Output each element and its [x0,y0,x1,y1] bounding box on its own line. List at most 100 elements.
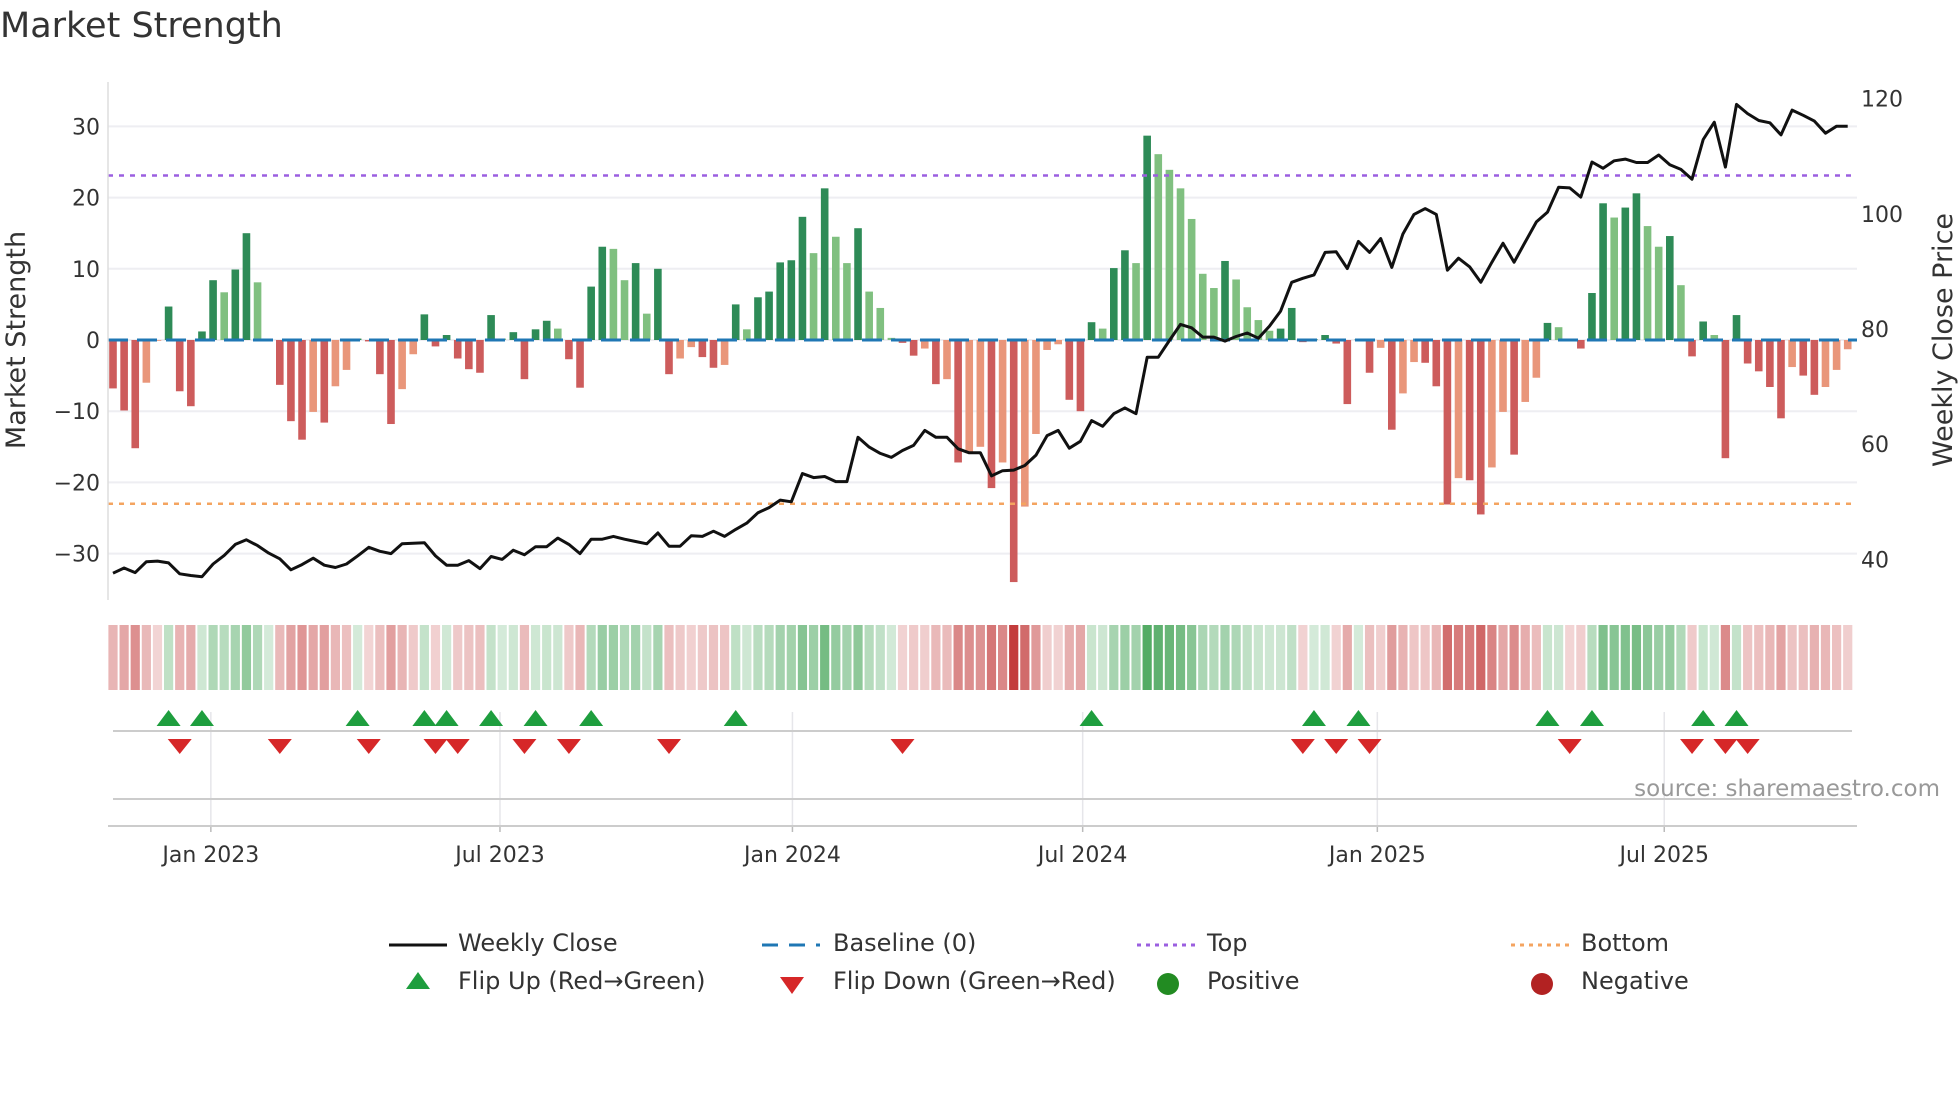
heat-cell [308,625,318,690]
strength-bar [1376,340,1385,348]
strength-bar [320,340,329,423]
strength-bar [1499,340,1507,412]
heat-cell [1576,625,1586,690]
strength-bar [231,269,240,340]
heat-cell [1287,625,1297,690]
heat-cell [1331,625,1341,690]
heat-cell [1064,625,1074,690]
heat-cell [897,625,908,690]
heat-cell [1631,625,1642,690]
heat-cell [1298,625,1308,690]
heat-cell [931,625,941,690]
heat-cell [1843,625,1853,690]
y-tick-left-label: 20 [72,187,100,212]
legend-bottom-swatch [1511,943,1569,947]
strength-bar [531,329,540,340]
heat-cell [675,625,685,690]
flip-up-marker [1579,710,1604,726]
heat-cell [964,625,974,690]
strength-bar [1287,307,1296,340]
legend-flip-up: Flip Up (Red→Green) [458,967,706,995]
y-tick-left-label: 30 [72,115,100,140]
heat-cell [530,625,541,690]
y-tick-left-label: 10 [72,258,100,283]
heat-cell [775,625,785,690]
heat-cell [1431,625,1441,690]
strength-bar [242,233,251,340]
strength-bar [1465,340,1474,481]
strength-bar [1421,340,1429,363]
flip-down-marker [1680,739,1705,754]
heat-cell [1676,625,1686,690]
heat-cell [1465,625,1475,690]
heat-cell [1509,625,1519,690]
heat-cell [464,625,474,690]
heat-cell [186,625,196,690]
heat-cell [1820,625,1831,690]
strength-bar [1454,340,1463,479]
heat-cell [820,625,830,690]
heat-cell [1409,625,1419,690]
strength-bar [1410,340,1418,363]
heat-cell [664,625,674,690]
strength-bar [1065,340,1074,400]
heat-cell [508,625,518,690]
heat-cell [1776,625,1786,690]
strength-bar [1098,328,1107,340]
strength-bar [1210,288,1218,340]
flip-up-marker [1346,710,1371,726]
strength-bar [1666,236,1674,340]
strength-bar [1766,340,1774,387]
heat-cell [1798,625,1808,690]
strength-bar [1154,154,1163,340]
heat-cell [108,625,118,690]
heat-cell [998,625,1008,690]
strength-bar [409,340,418,355]
heat-cell [1687,625,1697,690]
strength-bar [843,263,851,340]
heat-cell [1342,625,1352,690]
strength-bar [1087,322,1096,340]
strength-bar [1399,340,1407,394]
heat-cell [1709,625,1719,690]
flip-down-marker [657,739,681,754]
legend-baseline-swatch [762,943,820,947]
heat-cell [1276,625,1286,690]
heat-cell [953,625,963,690]
strength-bar [1521,340,1530,402]
flip-down-icon [780,977,804,994]
legend-bottom: Bottom [1581,929,1670,957]
strength-bar [1832,340,1841,370]
strength-heat-strip [108,625,1853,690]
flip-down-marker [445,739,470,754]
heat-cell [175,625,185,690]
flip-down-marker [167,739,192,754]
strength-bar [665,340,673,375]
strength-bar [754,297,762,340]
heat-cell [786,625,796,690]
heat-cell [386,625,396,690]
x-tick-label: Jul 2023 [453,843,545,868]
heat-cell [942,625,952,690]
strength-bar [798,216,807,340]
strength-bar [1009,340,1018,583]
flip-down-marker [1713,739,1738,754]
strength-bar [720,340,729,365]
strength-bar [776,262,784,340]
heat-cell [430,625,441,690]
heat-cell [197,625,207,690]
strength-bar [1688,340,1696,357]
heat-cell [1587,625,1597,690]
heat-cell [1231,625,1241,690]
heat-cell [864,625,874,690]
strength-bar [1165,169,1174,340]
heat-cell [842,625,852,690]
flip-up-marker [156,710,181,726]
strength-bar [909,340,918,356]
strength-bar [465,340,473,370]
legend-top: Top [1207,929,1248,957]
heat-cell [275,625,285,690]
strength-bar [743,329,751,340]
heat-cell [1731,625,1742,690]
strength-bar [1076,340,1085,412]
